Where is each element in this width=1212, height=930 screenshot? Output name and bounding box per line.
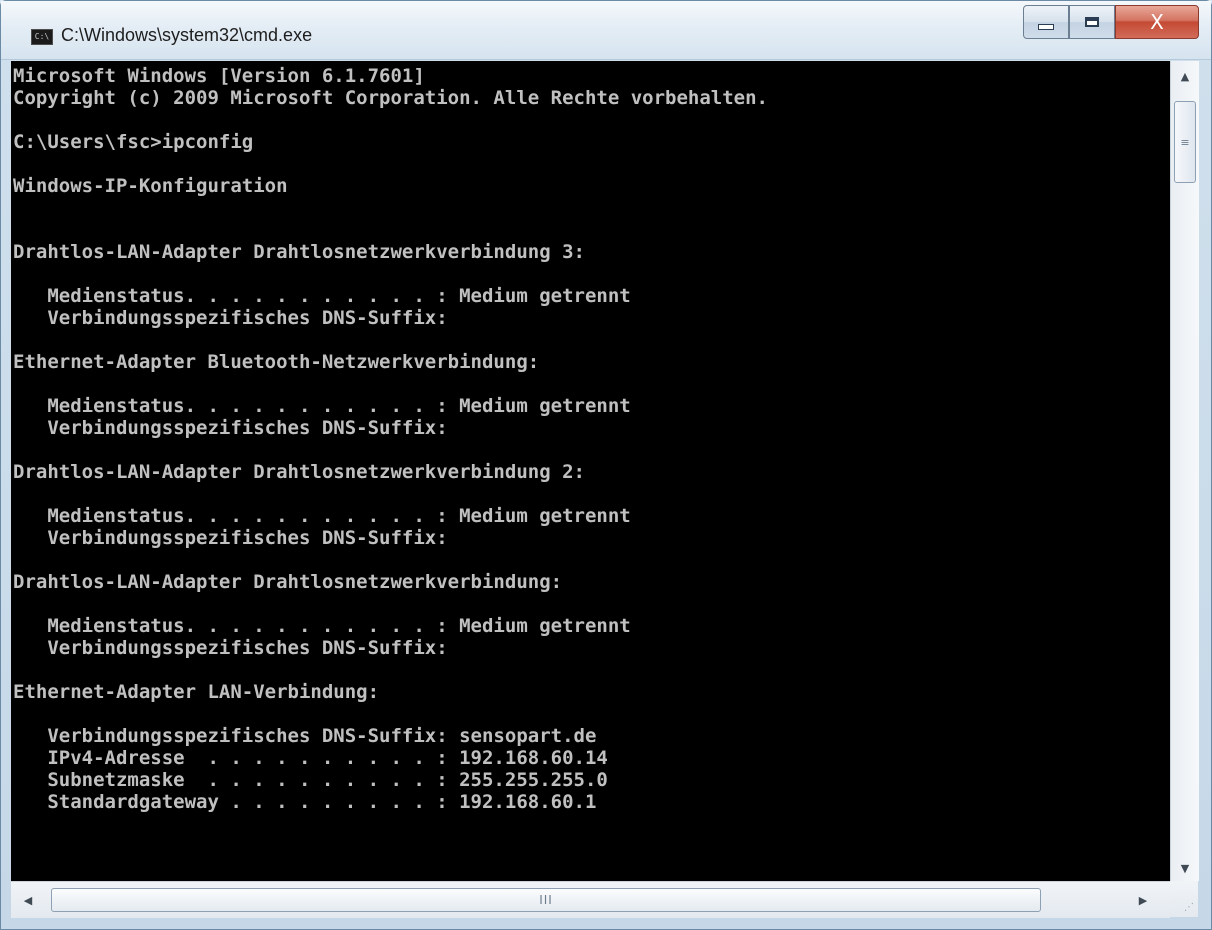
minimize-button[interactable] <box>1023 5 1069 39</box>
cmd-app-icon[interactable]: C:\ <box>31 29 53 45</box>
scroll-left-button[interactable]: ◀ <box>15 890 41 910</box>
horizontal-scrollbar[interactable]: ◀ III ▶ <box>11 881 1170 918</box>
scroll-right-arrow-icon: ▶ <box>1138 893 1148 907</box>
scroll-down-arrow-icon: ▼ <box>1180 861 1190 875</box>
minimize-icon <box>1038 24 1054 30</box>
scroll-down-button[interactable]: ▼ <box>1171 857 1199 879</box>
close-icon: X <box>1150 10 1164 34</box>
vertical-scroll-thumb[interactable]: ≡ <box>1174 101 1196 183</box>
title-bar[interactable]: C:\ C:\Windows\system32\cmd.exe X <box>1 1 1211 60</box>
scroll-up-button[interactable]: ▲ <box>1171 65 1199 87</box>
cmd-window: C:\ C:\Windows\system32\cmd.exe X Micros… <box>0 0 1212 930</box>
scroll-up-arrow-icon: ▲ <box>1180 69 1190 83</box>
maximize-button[interactable] <box>1069 5 1115 39</box>
close-button[interactable]: X <box>1115 5 1199 39</box>
scroll-left-arrow-icon: ◀ <box>23 893 33 907</box>
horizontal-scroll-thumb[interactable]: III <box>51 888 1041 912</box>
window-title: C:\Windows\system32\cmd.exe <box>61 25 313 45</box>
console-output: Microsoft Windows [Version 6.1.7601] Cop… <box>13 65 768 813</box>
vertical-scrollbar[interactable]: ▲ ≡ ▼ <box>1170 61 1199 881</box>
caption-buttons: X <box>1023 5 1199 39</box>
scroll-right-button[interactable]: ▶ <box>1130 890 1156 910</box>
maximize-icon <box>1085 17 1099 27</box>
thumb-grip-icon: III <box>539 893 553 907</box>
resize-grip-icon[interactable]: ⋰ <box>1170 881 1198 917</box>
thumb-grip-icon: ≡ <box>1180 135 1190 149</box>
console-area[interactable]: Microsoft Windows [Version 6.1.7601] Cop… <box>11 61 1170 881</box>
